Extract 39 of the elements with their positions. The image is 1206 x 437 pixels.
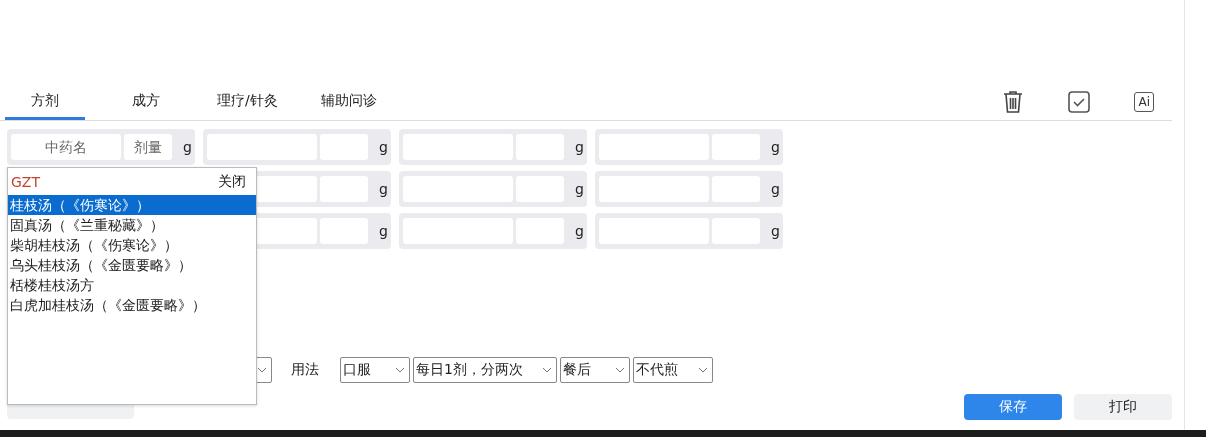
usage-select[interactable]: 每日1剂，分两次 <box>413 357 557 383</box>
unit-label: g <box>575 181 584 197</box>
unit-label: g <box>575 223 584 239</box>
dose-field[interactable]: 剂量 <box>124 134 172 160</box>
usage-select[interactable]: 餐后 <box>560 357 630 383</box>
herb-name-field[interactable]: 中药名 <box>11 134 121 160</box>
trash-icon[interactable] <box>1002 90 1025 114</box>
unit-label: g <box>771 181 780 197</box>
close-link[interactable]: 关闭 <box>218 172 246 191</box>
search-query: GZT <box>11 173 40 190</box>
suggestion-item[interactable]: 固真汤（《兰重秘藏》） <box>8 215 256 235</box>
usage-select[interactable]: 不代煎 <box>633 357 713 383</box>
unit-label: g <box>379 181 388 197</box>
unit-label: g <box>183 139 192 155</box>
ai-button[interactable]: Ai <box>1134 92 1154 112</box>
tab[interactable]: 方剂 <box>5 84 85 120</box>
usage-select[interactable]: 口服 <box>340 357 410 383</box>
unit-label: g <box>575 139 584 155</box>
suggestion-item[interactable]: 桂枝汤（《伤寒论》） <box>8 195 256 215</box>
usage-label: 用法 <box>291 361 319 379</box>
suggestion-item[interactable]: 乌头桂枝汤（《金匮要略》） <box>8 255 256 275</box>
suggestion-item[interactable]: 栝楼桂枝汤方 <box>8 275 256 295</box>
chevron-down-icon <box>542 367 552 373</box>
chevron-down-icon <box>257 367 267 373</box>
unit-label: g <box>379 223 388 239</box>
unit-label: g <box>771 223 780 239</box>
tab[interactable]: 辅助问诊 <box>308 84 389 120</box>
chevron-down-icon <box>698 367 708 373</box>
chevron-down-icon <box>615 367 625 373</box>
action-button[interactable]: 打印 <box>1074 394 1172 420</box>
suggestion-item[interactable]: 柴胡桂枝汤（《伤寒论》） <box>8 235 256 255</box>
chevron-down-icon <box>395 367 405 373</box>
tab[interactable]: 成方 <box>106 84 186 120</box>
suggestion-item[interactable]: 白虎加桂枝汤（《金匮要略》） <box>8 295 256 315</box>
unit-label: g <box>771 139 780 155</box>
action-button[interactable]: 保存 <box>964 394 1062 420</box>
unit-label: g <box>379 139 388 155</box>
tab[interactable]: 理疗/针灸 <box>207 84 288 120</box>
checkbox-icon[interactable] <box>1068 91 1091 113</box>
